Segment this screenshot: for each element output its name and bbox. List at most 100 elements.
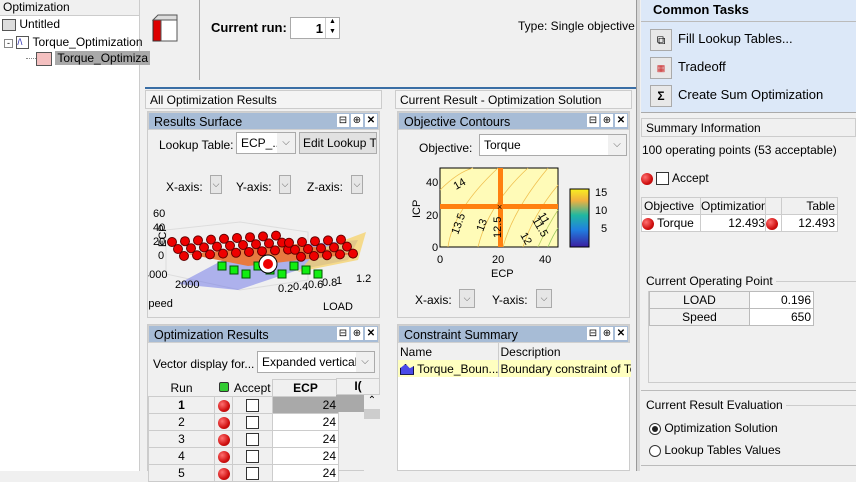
maximize-icon[interactable]: ⊕ xyxy=(351,327,363,340)
ecp-cell[interactable]: 24 xyxy=(272,413,339,431)
table-row[interactable]: 1 24 xyxy=(148,396,339,414)
status-cell xyxy=(214,430,233,448)
run-cell[interactable]: 2 xyxy=(148,413,215,431)
toolbar-bottom-border xyxy=(145,87,636,89)
table-row[interactable]: 4 24 xyxy=(148,447,339,465)
column-header-name[interactable]: Name xyxy=(398,343,499,360)
undock-icon[interactable]: ⊟ xyxy=(337,327,349,340)
maximize-icon[interactable]: ⊕ xyxy=(601,327,613,340)
op-value[interactable]: 650 xyxy=(749,308,814,326)
tree-node-torque-optimization-output[interactable]: Torque_Optimiza xyxy=(26,50,151,66)
chevron-down-icon: ⌵ xyxy=(608,135,626,155)
vector-display-select[interactable]: Expanded vertically ⌵ xyxy=(257,351,375,373)
column-header-optimization: Optimization xyxy=(700,197,766,215)
constraint-table[interactable]: Name Description Torque_Boun... Boundary … xyxy=(398,343,631,377)
operating-point-marker xyxy=(257,246,267,257)
tradeoff-icon: ▦ xyxy=(650,56,672,79)
spin-down-icon[interactable]: ▼ xyxy=(325,28,339,38)
constraint-row[interactable]: Torque_Boun... Boundary constraint of To… xyxy=(398,360,631,377)
column-header-status[interactable] xyxy=(215,380,233,397)
column-header-icp[interactable]: I( xyxy=(336,378,380,395)
x-axis-select[interactable]: ⌵ xyxy=(459,289,475,308)
column-header-accept[interactable]: Accept xyxy=(233,380,273,397)
accept-cell[interactable] xyxy=(232,430,273,448)
operating-point-marker xyxy=(192,250,202,261)
operating-point-marker xyxy=(205,249,215,260)
ecp-cell[interactable]: 24 xyxy=(272,464,339,482)
undock-icon[interactable]: ⊟ xyxy=(587,114,599,127)
column-header-ecp[interactable]: ECP xyxy=(272,379,339,397)
colorbar xyxy=(569,188,590,248)
optimization-icon: /\ xyxy=(16,36,30,50)
tree-node-untitled[interactable]: Untitled xyxy=(2,16,60,32)
optimization-tree[interactable]: Optimization Untitled - /\ Torque_Optimi… xyxy=(0,0,151,471)
accept-cell[interactable] xyxy=(232,413,273,431)
tree-node-torque-optimization[interactable]: - /\ Torque_Optimization xyxy=(4,34,143,50)
y-tick: 0 xyxy=(432,242,438,254)
optimum-marker: × xyxy=(497,202,502,212)
table-row[interactable]: 2 24 xyxy=(148,413,339,431)
operating-point-marker xyxy=(348,248,358,259)
y-axis-select[interactable]: ⌵ xyxy=(279,175,291,194)
accept-label: Accept xyxy=(672,171,709,185)
cube-icon xyxy=(151,14,178,42)
optimization-value: 12.493 xyxy=(700,214,766,232)
column-header-run[interactable]: Run xyxy=(149,380,215,397)
close-icon[interactable]: ✕ xyxy=(365,114,377,127)
run-cell[interactable]: 1 xyxy=(148,396,215,414)
edit-lookup-table-button[interactable]: Edit Lookup T... xyxy=(299,132,377,154)
radio-optimization-solution[interactable]: Optimization Solution xyxy=(649,421,778,435)
fill-lookup-tables-task[interactable]: ⧉ Fill Lookup Tables... xyxy=(650,27,793,51)
create-sum-optimization-task[interactable]: Σ Create Sum Optimization xyxy=(650,83,823,107)
accept-checkbox xyxy=(246,450,259,464)
spin-up-icon[interactable]: ▲ xyxy=(325,18,339,28)
objective-select[interactable]: Torque ⌵ xyxy=(479,134,627,156)
objective-label: Objective: xyxy=(419,141,473,155)
table-row[interactable]: 3 24 xyxy=(148,430,339,448)
current-run-spinner[interactable]: 1 ▲ ▼ xyxy=(290,17,340,39)
table-row[interactable]: 5 24 xyxy=(148,464,339,482)
undock-icon[interactable]: ⊟ xyxy=(587,327,599,340)
maximize-icon[interactable]: ⊕ xyxy=(601,114,613,127)
x-axis-select[interactable]: ⌵ xyxy=(210,175,222,194)
maximize-icon[interactable]: ⊕ xyxy=(351,114,363,127)
common-tasks-title: Common Tasks xyxy=(641,0,856,22)
accept-checkbox[interactable] xyxy=(656,172,670,186)
y-axis-label: Y-axis: xyxy=(236,180,272,194)
collapse-icon[interactable]: - xyxy=(4,39,13,48)
vertical-scrollbar[interactable]: ⌃ xyxy=(364,395,380,472)
tradeoff-task[interactable]: ▦ Tradeoff xyxy=(650,55,726,79)
op-value[interactable]: 0.196 xyxy=(749,291,814,309)
acceptable-point-marker xyxy=(301,265,311,275)
accept-checkbox xyxy=(246,433,259,447)
z-axis-select[interactable]: ⌵ xyxy=(351,175,363,194)
radio-lookup-tables-values[interactable]: Lookup Tables Values xyxy=(649,443,781,457)
close-icon[interactable]: ✕ xyxy=(365,327,377,340)
sigma-icon: Σ xyxy=(650,84,672,107)
ecp-cell[interactable]: 24 xyxy=(272,430,339,448)
y-axis-select[interactable]: ⌵ xyxy=(536,289,552,308)
surface-plot[interactable]: 60 40 20 0 ECP 4000 2000 Speed 0.2 0.4 0… xyxy=(148,202,380,317)
run-cell[interactable]: 4 xyxy=(148,447,215,465)
accept-cell[interactable] xyxy=(232,447,273,465)
run-cell[interactable]: 5 xyxy=(148,464,215,482)
status-icon xyxy=(217,433,230,446)
accept-cell[interactable] xyxy=(232,464,273,482)
pane-splitter[interactable] xyxy=(636,0,640,471)
close-icon[interactable]: ✕ xyxy=(615,327,627,340)
optimization-results-table[interactable]: Run Accept ECP 1 24 2 24 3 24 4 24 5 24 xyxy=(148,379,339,482)
undock-icon[interactable]: ⊟ xyxy=(337,114,349,127)
ecp-cell[interactable]: 24 xyxy=(272,396,339,414)
x-tick: 0.6 xyxy=(308,279,323,291)
run-cell[interactable]: 3 xyxy=(148,430,215,448)
contour-plot[interactable]: × 14 13.5 13 12.5 12 11.5 11 40 20 0 ICP… xyxy=(398,160,630,280)
selected-cell xyxy=(336,395,364,412)
operating-point-marker xyxy=(218,248,228,259)
ecp-cell[interactable]: 24 xyxy=(272,447,339,465)
status-cell xyxy=(214,447,233,465)
lookup-table-select[interactable]: ECP_... ⌵ xyxy=(236,132,296,154)
accept-cell[interactable] xyxy=(232,396,273,414)
close-icon[interactable]: ✕ xyxy=(615,114,627,127)
column-header-description[interactable]: Description xyxy=(498,343,631,360)
acceptable-point-marker xyxy=(217,261,227,271)
